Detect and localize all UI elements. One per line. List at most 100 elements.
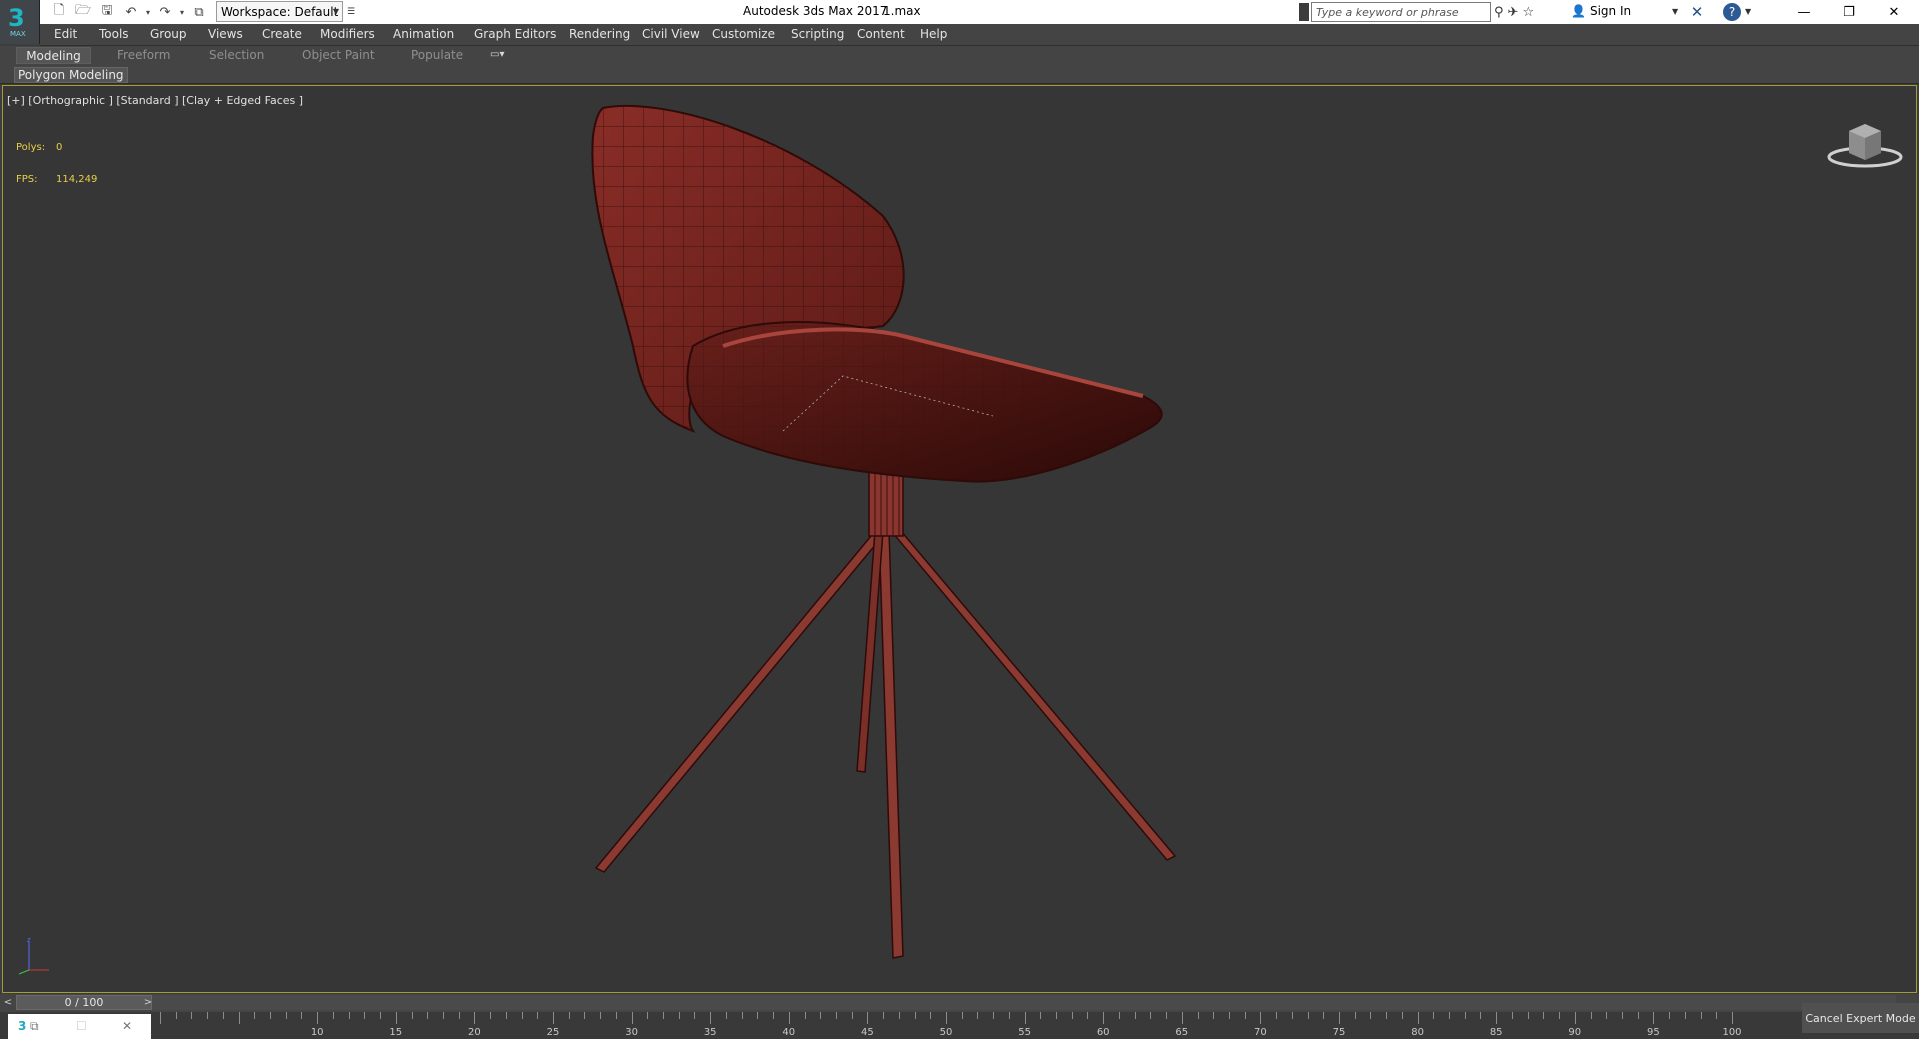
- search-input[interactable]: Type a keyword or phrase: [1311, 2, 1491, 22]
- user-icon: 👤: [1571, 4, 1586, 18]
- tab-modeling[interactable]: Modeling: [16, 47, 91, 64]
- perspective-viewport[interactable]: [+] [Orthographic ] [Standard ] [Clay + …: [2, 85, 1917, 993]
- app-logo-button[interactable]: 3 MAX: [0, 0, 40, 44]
- frame-tick: [710, 1012, 712, 1024]
- polygon-modeling-panel[interactable]: Polygon Modeling: [14, 67, 128, 83]
- frame-tick: [1197, 1012, 1199, 1019]
- frame-tick: [1056, 1012, 1058, 1019]
- help-dropdown-icon[interactable]: ▼: [1745, 7, 1751, 16]
- maximize-icon[interactable]: ☐: [76, 1019, 87, 1033]
- cancel-expert-mode-button[interactable]: Cancel Expert Mode: [1802, 1003, 1919, 1033]
- frame-tick: [773, 1012, 775, 1019]
- chair-legs: [594, 420, 1177, 959]
- chair-model[interactable]: [3, 86, 1917, 993]
- save-file-icon[interactable]: 🖫: [96, 2, 118, 22]
- close-icon[interactable]: ✕: [122, 1019, 132, 1033]
- restore-icon[interactable]: ⧉: [30, 1019, 39, 1034]
- tab-object-paint[interactable]: Object Paint: [302, 48, 375, 62]
- frame-tick: [631, 1012, 633, 1024]
- new-file-icon[interactable]: 🗋: [48, 2, 70, 22]
- menu-animation[interactable]: Animation: [393, 27, 454, 41]
- frame-tick: [1323, 1012, 1325, 1019]
- menu-civil-view[interactable]: Civil View: [642, 27, 700, 41]
- menu-rendering[interactable]: Rendering: [569, 27, 630, 41]
- redo-dropdown-icon[interactable]: ▾: [178, 2, 186, 22]
- chevron-down-icon: ▼: [332, 7, 339, 16]
- menu-customize[interactable]: Customize: [712, 27, 775, 41]
- frame-tick: [254, 1012, 256, 1019]
- ribbon-tab-bar: Modeling Freeform Selection Object Paint…: [0, 46, 1919, 65]
- menu-create[interactable]: Create: [262, 27, 302, 41]
- sign-in-button[interactable]: 👤 Sign In: [1571, 4, 1631, 18]
- menu-edit[interactable]: Edit: [54, 27, 77, 41]
- frame-tick: [1606, 1012, 1608, 1019]
- time-slider-thumb[interactable]: 0 / 100: [16, 995, 152, 1010]
- menu-group[interactable]: Group: [150, 27, 187, 41]
- frame-tick: [1386, 1012, 1388, 1019]
- frame-tick: [600, 1012, 602, 1019]
- frame-tick: [1449, 1012, 1451, 1019]
- project-folder-icon[interactable]: ⧉: [188, 2, 210, 22]
- frame-tick-label: 80: [1411, 1027, 1424, 1038]
- time-slider: < 0 / 100 >: [0, 994, 1919, 1012]
- ribbon-panel-bar: Polygon Modeling: [0, 65, 1919, 84]
- svg-text:MAX: MAX: [10, 30, 26, 38]
- undo-dropdown-icon[interactable]: ▾: [144, 2, 152, 22]
- frame-tick: [835, 1012, 837, 1019]
- sign-in-dropdown-icon[interactable]: ▼: [1672, 7, 1678, 16]
- tab-freeform[interactable]: Freeform: [117, 48, 170, 62]
- frame-tick-label: 60: [1096, 1027, 1110, 1038]
- open-file-icon[interactable]: 🗁: [72, 2, 94, 22]
- ribbon-options-icon[interactable]: ▭▾: [490, 49, 504, 60]
- time-slider-track[interactable]: [16, 995, 1896, 1010]
- restore-window-icon[interactable]: ❐: [1826, 0, 1872, 24]
- frame-tick: [820, 1012, 822, 1019]
- tab-selection[interactable]: Selection: [209, 48, 264, 62]
- previous-frame-icon[interactable]: <: [1, 995, 15, 1010]
- menu-modifiers[interactable]: Modifiers: [320, 27, 375, 41]
- close-window-icon[interactable]: ✕: [1871, 0, 1917, 24]
- world-axis-tripod-icon: z: [18, 936, 49, 975]
- help-icon[interactable]: ?: [1723, 3, 1741, 21]
- exchange-apps-icon[interactable]: ✕: [1688, 3, 1706, 21]
- svg-text:3: 3: [8, 4, 25, 32]
- search-expand-icon[interactable]: [1299, 3, 1309, 21]
- communication-center-icon[interactable]: ✈: [1508, 5, 1519, 20]
- menu-help[interactable]: Help: [920, 27, 947, 41]
- frame-tick-label: 40: [782, 1027, 796, 1038]
- frame-tick: [961, 1012, 963, 1019]
- frame-tick: [1134, 1012, 1136, 1019]
- frame-tick: [553, 1012, 554, 1024]
- minimize-window-icon[interactable]: —: [1781, 0, 1827, 24]
- title-bar: 3 MAX 🗋 🗁 🖫 ↶ ▾ ↷ ▾ ⧉ Workspace: Default…: [0, 0, 1919, 44]
- frame-tick: [678, 1012, 680, 1019]
- tab-populate[interactable]: Populate: [411, 48, 463, 62]
- favorites-star-icon[interactable]: ☆: [1522, 5, 1534, 20]
- frame-tick-label: 50: [939, 1027, 953, 1038]
- frame-tick: [411, 1012, 413, 1019]
- frame-tick: [867, 1012, 869, 1024]
- frame-tick: [946, 1012, 947, 1024]
- next-frame-icon[interactable]: >: [141, 995, 155, 1010]
- workspace-dropdown[interactable]: Workspace: Default ▼: [216, 1, 343, 22]
- track-bar: 3 ⧉ ☐ ✕ 10 15 20 25 30 35 40 45 50 55 60 65 70 75 80 85…: [0, 1012, 1919, 1039]
- menu-content[interactable]: Content: [857, 27, 905, 41]
- menu-scripting[interactable]: Scripting: [791, 27, 844, 41]
- workspace-label: Workspace: Default: [221, 4, 339, 19]
- menu-graph-editors[interactable]: Graph Editors: [474, 27, 556, 41]
- frame-tick: [1213, 1012, 1215, 1019]
- frame-tick: [1370, 1012, 1372, 1019]
- menu-tools[interactable]: Tools: [99, 27, 129, 41]
- sign-in-label: Sign In: [1589, 4, 1632, 18]
- frame-ruler[interactable]: 10 15 20 25 30 35 40 45 50 55 60 65 70 75 80 85 90 95 100: [156, 1012, 1746, 1039]
- frame-tick: [1307, 1012, 1309, 1019]
- frame-tick: [1181, 1012, 1183, 1024]
- undo-icon[interactable]: ↶: [120, 2, 142, 22]
- max-taskbar-icon[interactable]: 3: [18, 1019, 26, 1033]
- frame-tick: [1559, 1012, 1561, 1019]
- menu-views[interactable]: Views: [208, 27, 243, 41]
- binoculars-icon[interactable]: ⚲: [1494, 5, 1504, 20]
- frame-tick: [364, 1012, 366, 1019]
- customize-qat-icon[interactable]: ☰: [344, 2, 358, 22]
- redo-icon[interactable]: ↷: [154, 2, 176, 22]
